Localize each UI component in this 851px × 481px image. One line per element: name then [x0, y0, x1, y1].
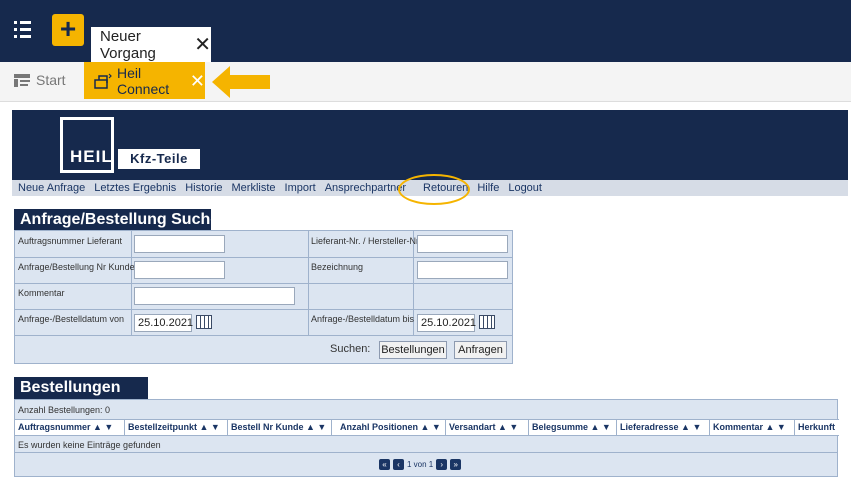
col-bestellzeitpunkt[interactable]: Bestellzeitpunkt ▲ ▼ — [125, 420, 228, 435]
col-auftragsnummer[interactable]: Auftragsnummer ▲ ▼ — [15, 420, 125, 435]
datum-bis-field[interactable]: 25.10.2021 — [417, 314, 476, 332]
tab-heil-connect[interactable]: Heil Connect ✕ — [84, 62, 205, 99]
pager: « ‹ 1 von 1 › » — [379, 459, 462, 470]
lieferant-nr-field[interactable] — [417, 235, 508, 253]
connect-icon — [94, 73, 112, 89]
pager-text: 1 von 1 — [407, 460, 434, 469]
col-belegsumme[interactable]: Belegsumme ▲ ▼ — [529, 420, 617, 435]
tab-neuer-vorgang-label: Neuer Vorgang — [100, 28, 156, 62]
auftragsnummer-field[interactable] — [134, 235, 225, 253]
table-header: Auftragsnummer ▲ ▼ Bestellzeitpunkt ▲ ▼ … — [15, 419, 839, 436]
label-anfrage-nr: Anfrage/Bestellung Nr Kunde — [18, 262, 135, 272]
close-icon[interactable]: ✕ — [190, 72, 205, 90]
tab-start-label: Start — [36, 72, 66, 88]
search-title: Anfrage/Bestellung Suchen — [14, 209, 229, 231]
label-suchen: Suchen: — [330, 343, 371, 355]
label-datum-von: Anfrage-/Bestelldatum von — [18, 314, 125, 324]
col-kommentar[interactable]: Kommentar ▲ ▼ — [710, 420, 795, 435]
results-title: Bestellungen — [14, 377, 148, 399]
nav-hilfe[interactable]: Hilfe — [477, 182, 499, 194]
screen: + Neuer Vorgang ✕ Start Heil Connect ✕ H… — [0, 0, 851, 481]
label-auftragsnummer: Auftragsnummer Lieferant — [18, 236, 123, 246]
bezeichnung-field[interactable] — [417, 261, 508, 279]
prev-page-icon[interactable]: ‹ — [393, 459, 404, 470]
label-bezeichnung: Bezeichnung — [311, 262, 364, 272]
search-panel: Auftragsnummer Lieferant Lieferant-Nr. /… — [14, 230, 513, 364]
arrow-left-icon — [212, 66, 270, 98]
tab-neuer-vorgang[interactable]: Neuer Vorgang ✕ — [91, 27, 211, 63]
calendar-icon[interactable] — [479, 315, 495, 329]
col-versandart[interactable]: Versandart ▲ ▼ — [446, 420, 529, 435]
nav-ansprechpartner[interactable]: Ansprechpartner — [325, 182, 406, 194]
label-lieferant-nr: Lieferant-Nr. / Hersteller-Nr. — [311, 236, 422, 246]
logo-brand: HEIL — [70, 147, 113, 166]
label-datum-bis: Anfrage-/Bestelldatum bis — [311, 314, 415, 324]
results-table: Anzahl Bestellungen: 0 Auftragsnummer ▲ … — [14, 399, 839, 477]
heil-logo: HEIL Kfz-Teile — [60, 117, 220, 175]
tab-heil-connect-label: Heil Connect — [117, 64, 170, 97]
anfragen-button[interactable]: Anfragen — [454, 341, 507, 359]
calendar-icon[interactable] — [196, 315, 212, 329]
tab-start[interactable]: Start — [14, 72, 66, 88]
menu-grid-icon[interactable] — [14, 14, 44, 44]
last-page-icon[interactable]: » — [450, 459, 462, 470]
start-icon — [14, 73, 30, 87]
label-kommentar: Kommentar — [18, 288, 65, 298]
col-lieferadresse[interactable]: Lieferadresse ▲ ▼ — [617, 420, 710, 435]
close-icon[interactable]: ✕ — [194, 35, 211, 55]
col-herkunft[interactable]: Herkunft — [795, 420, 839, 435]
nav-neue-anfrage[interactable]: Neue Anfrage — [18, 182, 85, 194]
col-anzahl-positionen[interactable]: Anzahl Positionen ▲ ▼ — [332, 420, 446, 435]
nav-retouren[interactable]: Retouren — [423, 182, 468, 194]
bestellungen-button[interactable]: Bestellungen — [379, 341, 447, 359]
first-page-icon[interactable]: « — [379, 459, 390, 470]
nav-merkliste[interactable]: Merkliste — [232, 182, 276, 194]
next-page-icon[interactable]: › — [436, 459, 448, 470]
new-tab-button[interactable]: + — [52, 14, 84, 46]
anfrage-nr-field[interactable] — [134, 261, 225, 279]
heil-header: HEIL Kfz-Teile — [12, 110, 848, 180]
nav-logout[interactable]: Logout — [508, 182, 542, 194]
main-nav: Neue Anfrage Letztes Ergebnis Historie M… — [12, 180, 848, 196]
logo-tagline: Kfz-Teile — [118, 149, 200, 169]
datum-von-field[interactable]: 25.10.2021 — [134, 314, 193, 332]
results-count: Anzahl Bestellungen: 0 — [18, 405, 111, 415]
empty-message: Es wurden keine Einträge gefunden — [18, 440, 161, 450]
nav-letztes-ergebnis[interactable]: Letztes Ergebnis — [94, 182, 176, 194]
app-bar: + Neuer Vorgang ✕ — [0, 0, 851, 63]
nav-historie[interactable]: Historie — [185, 182, 222, 194]
kommentar-field[interactable] — [134, 287, 295, 305]
col-bestell-nr-kunde[interactable]: Bestell Nr Kunde ▲ ▼ — [228, 420, 332, 435]
nav-import[interactable]: Import — [285, 182, 316, 194]
